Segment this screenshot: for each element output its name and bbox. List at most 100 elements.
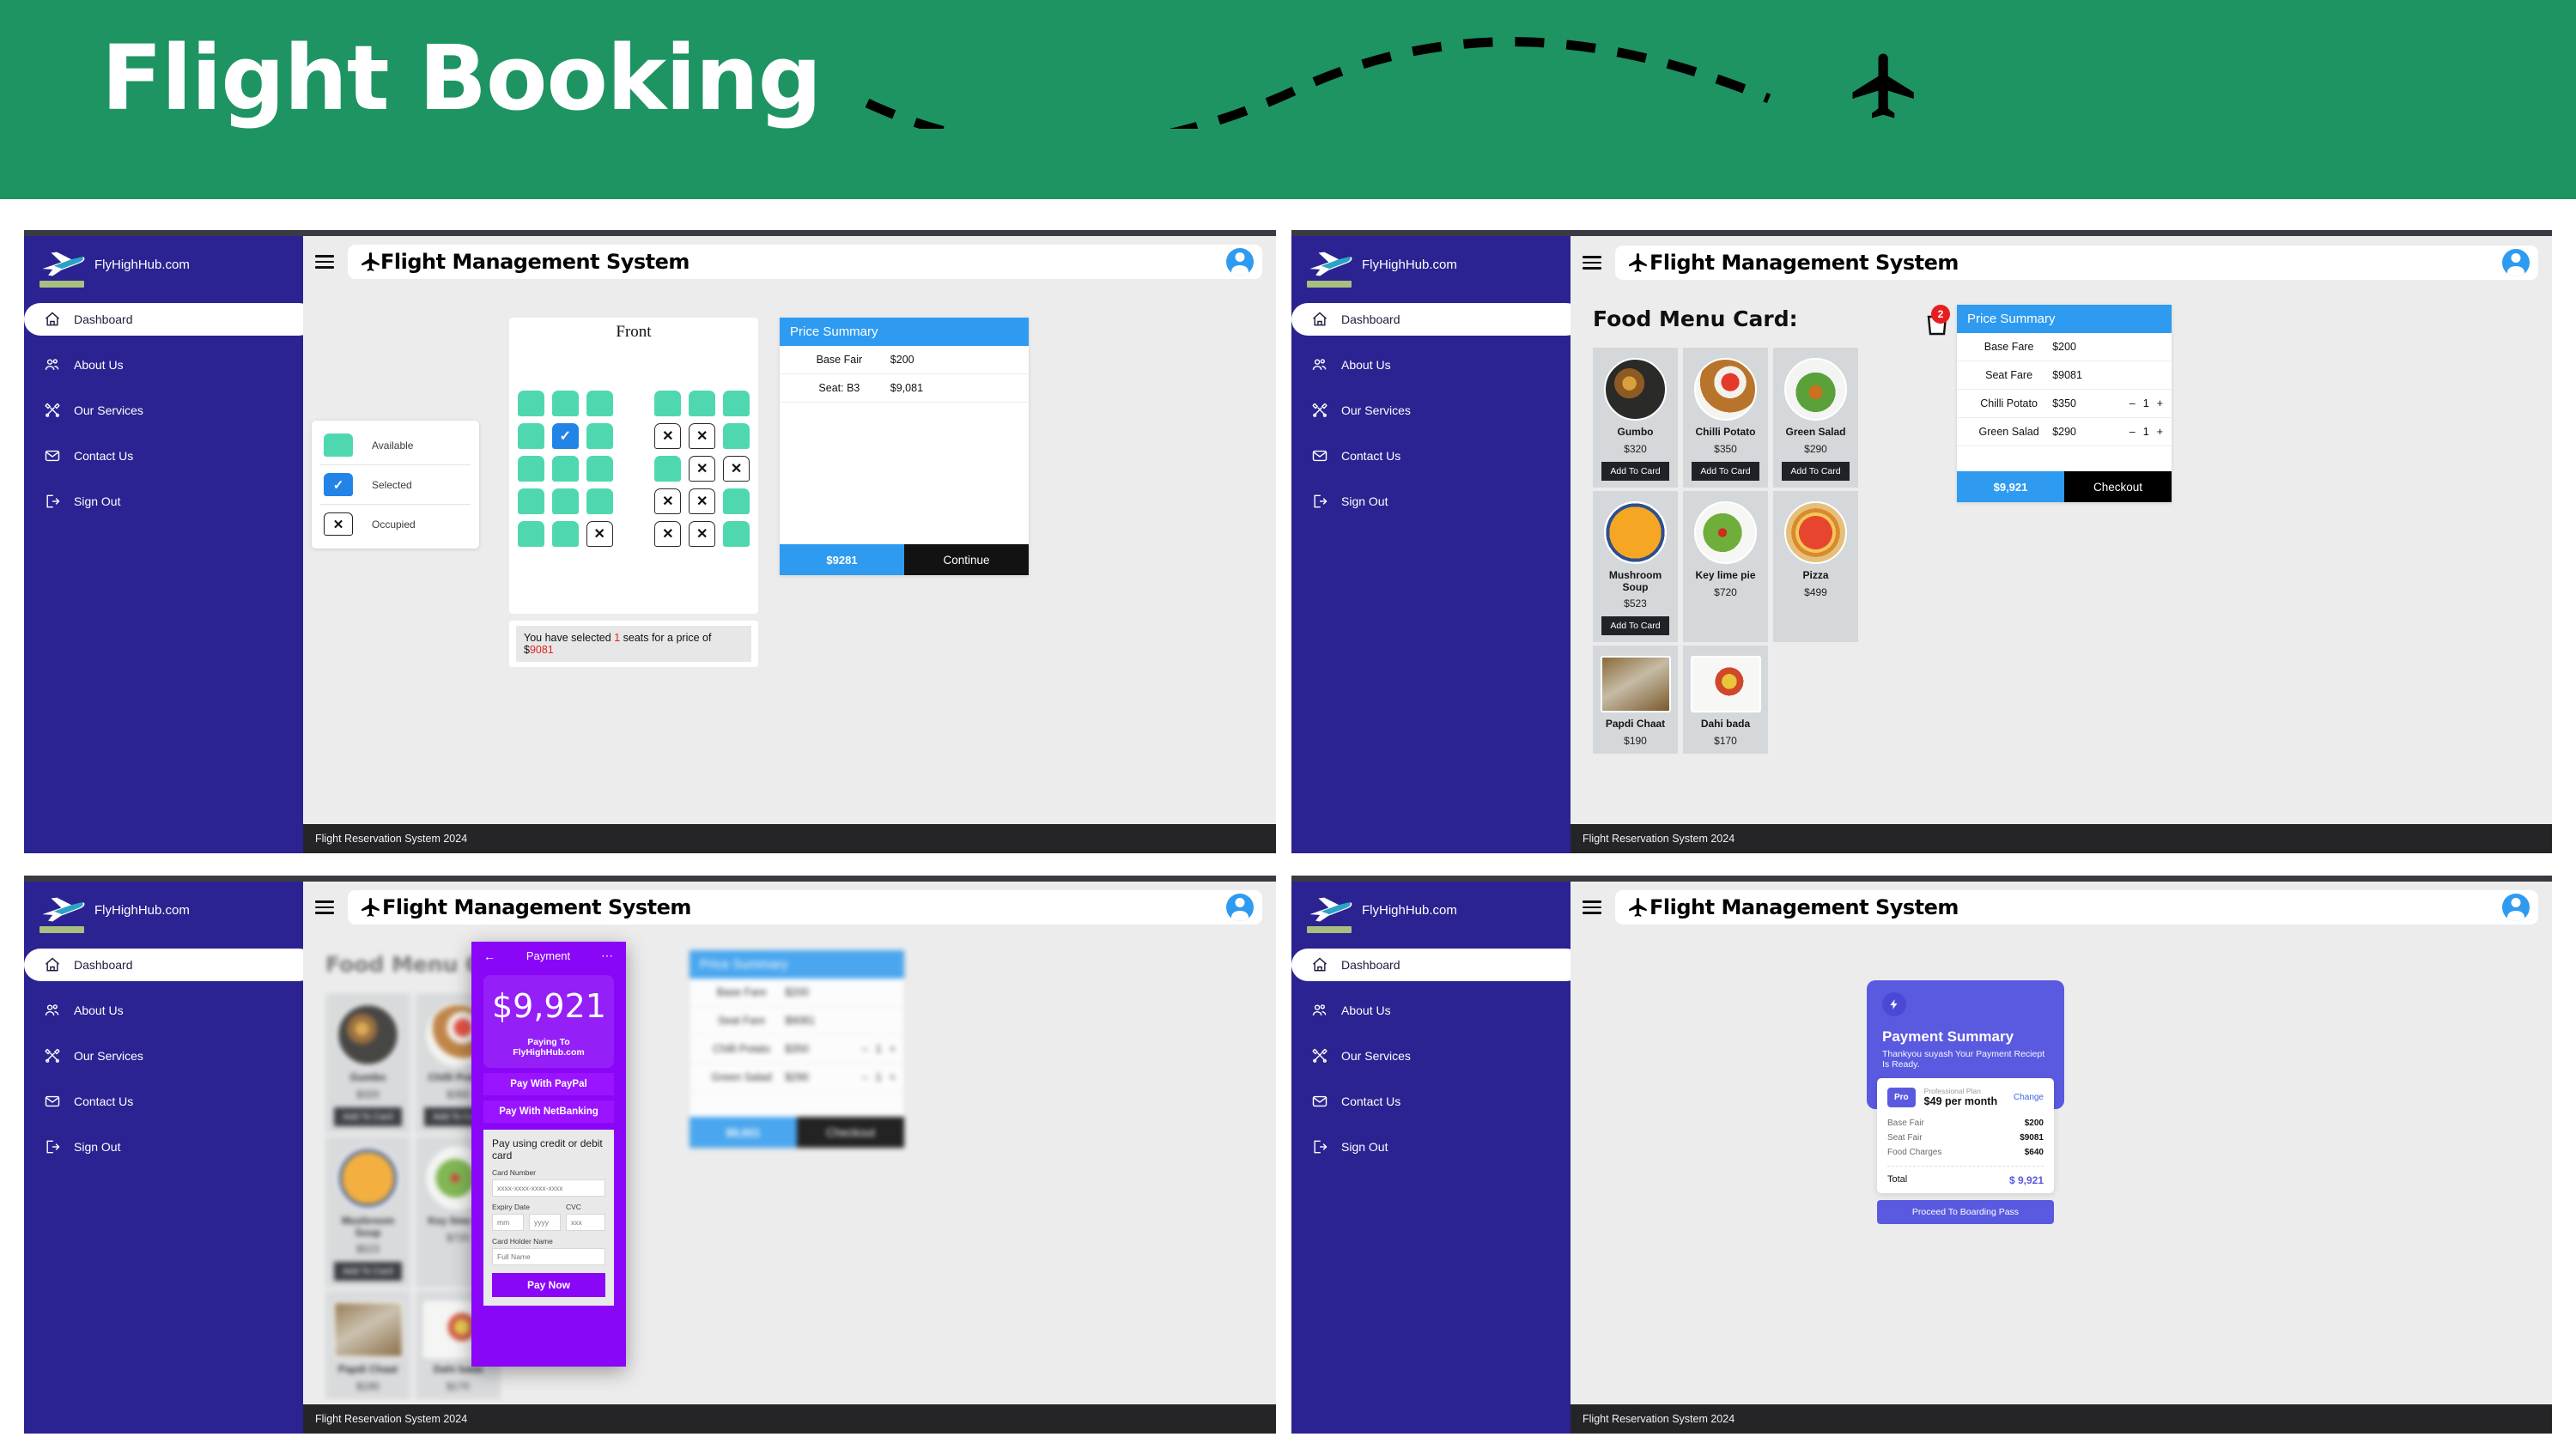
card-holder-input[interactable]	[492, 1248, 605, 1265]
quantity-stepper[interactable]: –1 +	[844, 1043, 896, 1055]
seat-available[interactable]	[551, 391, 579, 416]
seat-available[interactable]	[518, 391, 544, 416]
food-card[interactable]: Mushroom Soup $523 Add To Card	[1593, 490, 1678, 643]
add-to-card-button[interactable]: Add To Card	[1782, 461, 1850, 481]
cvc-input[interactable]	[566, 1214, 605, 1231]
checkout-button[interactable]: Checkout	[2064, 471, 2172, 502]
seat-occupied[interactable]: ✕	[689, 423, 716, 449]
seat-available[interactable]	[518, 423, 544, 449]
sidebar-item-dashboard[interactable]: Dashboard	[24, 303, 315, 336]
seat-occupied[interactable]: ✕	[654, 488, 682, 514]
proceed-to-boarding-pass-button[interactable]: Proceed To Boarding Pass	[1877, 1200, 2054, 1224]
user-avatar-icon[interactable]	[2502, 894, 2530, 921]
seat-available[interactable]	[551, 521, 579, 547]
decrement-button[interactable]: –	[862, 1071, 868, 1083]
sidebar-item-sign-out[interactable]: Sign Out	[24, 1131, 303, 1163]
increment-button[interactable]: +	[2157, 397, 2163, 409]
decrement-button[interactable]: –	[862, 1043, 868, 1055]
decrement-button[interactable]: –	[2129, 397, 2136, 409]
add-to-card-button[interactable]: Add To Card	[1601, 461, 1669, 481]
seat-available[interactable]	[723, 391, 750, 416]
add-to-card-button[interactable]: Add To Card	[334, 1106, 402, 1126]
continue-button[interactable]: Continue	[904, 544, 1029, 575]
seat-available[interactable]	[723, 423, 750, 449]
seat-occupied[interactable]: ✕	[723, 456, 750, 482]
seat-occupied[interactable]: ✕	[689, 521, 716, 547]
pay-with-paypal-button[interactable]: Pay With PayPal	[483, 1073, 614, 1095]
more-dots-icon[interactable]: ⋯	[601, 949, 614, 963]
expiry-month-input[interactable]	[492, 1214, 524, 1231]
hamburger-icon[interactable]	[1583, 256, 1601, 270]
seat-available[interactable]	[518, 521, 544, 547]
user-avatar-icon[interactable]	[2502, 249, 2530, 276]
user-avatar-icon[interactable]	[1226, 248, 1254, 276]
seat-occupied[interactable]: ✕	[654, 423, 682, 449]
sidebar-item-our-services[interactable]: Our Services	[1291, 1040, 1571, 1072]
sidebar-item-about-us[interactable]: About Us	[1291, 994, 1571, 1027]
sidebar-item-contact-us[interactable]: Contact Us	[1291, 440, 1571, 472]
seat-occupied[interactable]: ✕	[586, 521, 613, 547]
quantity-stepper[interactable]: –1 +	[2111, 397, 2163, 409]
seat-available[interactable]	[518, 456, 544, 482]
sidebar-item-our-services[interactable]: Our Services	[24, 394, 303, 427]
sidebar-item-contact-us[interactable]: Contact Us	[24, 1085, 303, 1118]
hamburger-icon[interactable]	[315, 900, 334, 914]
sidebar-item-dashboard[interactable]: Dashboard	[1291, 303, 1583, 336]
sidebar-item-our-services[interactable]: Our Services	[24, 1040, 303, 1072]
sidebar-item-about-us[interactable]: About Us	[1291, 349, 1571, 381]
sidebar-item-contact-us[interactable]: Contact Us	[1291, 1085, 1571, 1118]
food-card[interactable]: Pizza $499	[1773, 490, 1858, 643]
sidebar-item-dashboard[interactable]: Dashboard	[1291, 949, 1583, 981]
increment-button[interactable]: +	[890, 1043, 896, 1055]
seat-available[interactable]	[654, 456, 682, 482]
seat-occupied[interactable]: ✕	[689, 456, 716, 482]
seat-available[interactable]	[586, 488, 613, 514]
shopping-bag-icon[interactable]: 2	[1923, 305, 1952, 337]
add-to-card-button[interactable]: Add To Card	[334, 1262, 402, 1282]
sidebar-item-about-us[interactable]: About Us	[24, 994, 303, 1027]
add-to-card-button[interactable]: Add To Card	[1692, 461, 1759, 481]
seat-available[interactable]	[723, 521, 750, 547]
card-number-input[interactable]	[492, 1179, 605, 1197]
sidebar-item-about-us[interactable]: About Us	[24, 349, 303, 381]
seat-available[interactable]	[586, 456, 613, 482]
food-card[interactable]: Chilli Potato $350 Add To Card	[1683, 348, 1768, 488]
seat-occupied[interactable]: ✕	[654, 521, 682, 547]
seat-available[interactable]	[586, 391, 613, 416]
seat-grid[interactable]: ✓ ✕ ✕ ✕ ✕ ✕ ✕ ✕ ✕ ✕	[509, 385, 758, 550]
food-card[interactable]: Mushroom Soup $523 Add To Card	[325, 1136, 410, 1288]
seat-available[interactable]	[551, 488, 579, 514]
arrow-left-icon[interactable]: ←	[483, 949, 495, 963]
add-to-card-button[interactable]: Add To Card	[1601, 616, 1669, 636]
seat-available[interactable]	[654, 391, 682, 416]
seat-available[interactable]	[518, 488, 544, 514]
sidebar-item-contact-us[interactable]: Contact Us	[24, 440, 303, 472]
user-avatar-icon[interactable]	[1226, 894, 1254, 921]
food-card[interactable]: Gumbo $320 Add To Card	[1593, 348, 1678, 488]
seat-occupied[interactable]: ✕	[689, 488, 716, 514]
food-card[interactable]: Papdi Chaat $190	[325, 1291, 410, 1400]
hamburger-icon[interactable]	[315, 255, 334, 269]
seat-available[interactable]	[689, 391, 716, 416]
sidebar-item-sign-out[interactable]: Sign Out	[24, 485, 303, 518]
pay-now-button[interactable]: Pay Now	[492, 1273, 605, 1297]
food-card[interactable]: Key lime pie $720	[1683, 490, 1768, 643]
food-card[interactable]: Green Salad $290 Add To Card	[1773, 348, 1858, 488]
increment-button[interactable]: +	[2157, 426, 2163, 438]
seat-selected[interactable]: ✓	[551, 423, 579, 449]
food-card[interactable]: Dahi bada $170	[1683, 646, 1768, 755]
change-plan-link[interactable]: Change	[2014, 1093, 2044, 1102]
seat-available[interactable]	[551, 456, 579, 482]
decrement-button[interactable]: –	[2129, 426, 2136, 438]
quantity-stepper[interactable]: –1 +	[844, 1071, 896, 1083]
sidebar-item-sign-out[interactable]: Sign Out	[1291, 485, 1571, 518]
hamburger-icon[interactable]	[1583, 900, 1601, 914]
increment-button[interactable]: +	[890, 1071, 896, 1083]
food-card[interactable]: Gumbo $320 Add To Card	[325, 993, 410, 1133]
pay-with-netbanking-button[interactable]: Pay With NetBanking	[483, 1100, 614, 1123]
seat-available[interactable]	[586, 423, 613, 449]
seat-available[interactable]	[723, 488, 750, 514]
quantity-stepper[interactable]: –1 +	[2111, 426, 2163, 438]
sidebar-item-dashboard[interactable]: Dashboard	[24, 949, 315, 981]
food-card[interactable]: Papdi Chaat $190	[1593, 646, 1678, 755]
